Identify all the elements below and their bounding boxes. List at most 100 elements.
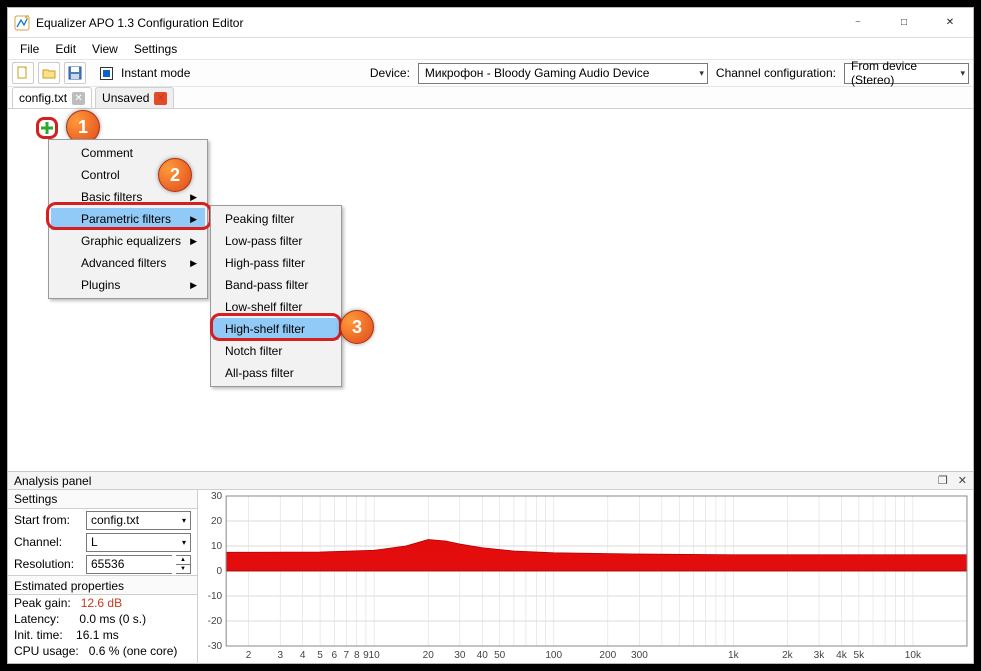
svg-text:100: 100 bbox=[545, 650, 562, 661]
peak-gain-label: Peak gain: bbox=[14, 596, 71, 610]
tab-close-icon[interactable]: ✕ bbox=[154, 92, 167, 105]
channel-combo[interactable]: L▾ bbox=[86, 533, 191, 552]
chevron-down-icon: ▾ bbox=[182, 538, 186, 547]
menu-item-lowpass[interactable]: Low-pass filter bbox=[213, 230, 339, 252]
svg-text:3k: 3k bbox=[814, 650, 826, 661]
startfrom-label: Start from: bbox=[14, 513, 82, 527]
latency-value: 0.0 ms (0 s.) bbox=[79, 612, 146, 626]
menu-item-allpass[interactable]: All-pass filter bbox=[213, 362, 339, 384]
cpu-label: CPU usage: bbox=[14, 644, 79, 658]
tabstrip: config.txt✕ Unsaved ✕ bbox=[8, 87, 973, 109]
estimated-heading: Estimated properties bbox=[8, 575, 197, 595]
svg-text:6: 6 bbox=[332, 650, 338, 661]
chevron-down-icon: ▾ bbox=[954, 68, 965, 79]
menu-item-highshelf[interactable]: High-shelf filter bbox=[213, 318, 339, 340]
submenu-arrow-icon: ▶ bbox=[190, 236, 197, 247]
app-icon bbox=[14, 15, 30, 31]
device-value: Микрофон - Bloody Gaming Audio Device bbox=[425, 66, 650, 80]
svg-text:20: 20 bbox=[211, 516, 223, 527]
window-title: Equalizer APO 1.3 Configuration Editor bbox=[36, 16, 243, 30]
submenu-arrow-icon: ▶ bbox=[190, 280, 197, 291]
panel-close-icon[interactable]: ✕ bbox=[958, 474, 967, 487]
channel-label: Channel: bbox=[14, 535, 82, 549]
save-file-button[interactable] bbox=[64, 62, 86, 84]
menu-settings[interactable]: Settings bbox=[126, 40, 185, 58]
tab-close-icon[interactable]: ✕ bbox=[72, 92, 85, 105]
new-file-button[interactable] bbox=[12, 62, 34, 84]
maximize-button[interactable]: □ bbox=[881, 8, 927, 37]
work-area: 1 Comment Control Basic filters▶ Paramet… bbox=[8, 109, 973, 472]
menu-item-notch[interactable]: Notch filter bbox=[213, 340, 339, 362]
device-label: Device: bbox=[366, 66, 414, 80]
tab-config[interactable]: config.txt✕ bbox=[12, 87, 92, 108]
init-label: Init. time: bbox=[14, 628, 63, 642]
chcfg-value: From device (Stereo) bbox=[851, 59, 954, 87]
context-submenu-parametric: Peaking filter Low-pass filter High-pass… bbox=[210, 205, 342, 387]
submenu-arrow-icon: ▶ bbox=[190, 214, 197, 225]
menu-item-highpass[interactable]: High-pass filter bbox=[213, 252, 339, 274]
peak-gain-value: 12.6 dB bbox=[81, 596, 122, 610]
svg-text:3: 3 bbox=[277, 650, 283, 661]
svg-text:10: 10 bbox=[369, 650, 381, 661]
svg-text:7: 7 bbox=[344, 650, 350, 661]
menu-item-advanced-filters[interactable]: Advanced filters▶ bbox=[51, 252, 205, 274]
instant-mode-label: Instant mode bbox=[117, 66, 194, 80]
analysis-settings: Settings Start from: config.txt▾ Channel… bbox=[8, 490, 198, 664]
resolution-label: Resolution: bbox=[14, 557, 82, 571]
submenu-arrow-icon: ▶ bbox=[190, 258, 197, 269]
svg-text:10: 10 bbox=[211, 541, 223, 552]
svg-text:200: 200 bbox=[599, 650, 616, 661]
resolution-spin[interactable]: ▲▼ bbox=[176, 555, 191, 574]
tab-label: Unsaved bbox=[102, 91, 149, 105]
menu-file[interactable]: File bbox=[12, 40, 47, 58]
menu-edit[interactable]: Edit bbox=[47, 40, 84, 58]
resolution-input[interactable]: 65536 bbox=[86, 555, 172, 574]
menu-item-parametric-filters[interactable]: Parametric filters▶ bbox=[51, 208, 205, 230]
toolbar: Instant mode Device: Микрофон - Bloody G… bbox=[8, 59, 973, 87]
latency-label: Latency: bbox=[14, 612, 59, 626]
svg-text:-10: -10 bbox=[208, 591, 223, 602]
svg-text:30: 30 bbox=[211, 491, 223, 502]
menu-item-bandpass[interactable]: Band-pass filter bbox=[213, 274, 339, 296]
svg-text:4: 4 bbox=[300, 650, 306, 661]
menu-item-lowshelf[interactable]: Low-shelf filter bbox=[213, 296, 339, 318]
undock-icon[interactable]: ❐ bbox=[938, 474, 948, 487]
add-filter-button[interactable] bbox=[36, 117, 58, 139]
callout-2: 2 bbox=[158, 158, 192, 192]
menu-view[interactable]: View bbox=[84, 40, 126, 58]
svg-text:8: 8 bbox=[354, 650, 360, 661]
svg-text:-30: -30 bbox=[208, 641, 223, 652]
chcfg-combo[interactable]: From device (Stereo)▾ bbox=[844, 63, 969, 84]
svg-text:20: 20 bbox=[423, 650, 435, 661]
svg-text:50: 50 bbox=[494, 650, 506, 661]
svg-text:300: 300 bbox=[631, 650, 648, 661]
menu-item-plugins[interactable]: Plugins▶ bbox=[51, 274, 205, 296]
minimize-button[interactable]: − bbox=[835, 8, 881, 37]
close-button[interactable]: ✕ bbox=[927, 8, 973, 37]
svg-text:5k: 5k bbox=[854, 650, 866, 661]
cpu-value: 0.6 % (one core) bbox=[89, 644, 178, 658]
init-value: 16.1 ms bbox=[76, 628, 119, 642]
menu-item-peaking[interactable]: Peaking filter bbox=[213, 208, 339, 230]
svg-text:30: 30 bbox=[454, 650, 466, 661]
analysis-panel: Analysis panel ❐ ✕ Settings Start from: … bbox=[8, 471, 973, 663]
device-combo[interactable]: Микрофон - Bloody Gaming Audio Device▾ bbox=[418, 63, 708, 84]
analysis-title: Analysis panel bbox=[14, 474, 91, 488]
startfrom-combo[interactable]: config.txt▾ bbox=[86, 511, 191, 530]
chcfg-label: Channel configuration: bbox=[712, 66, 840, 80]
svg-text:1k: 1k bbox=[728, 650, 740, 661]
open-file-button[interactable] bbox=[38, 62, 60, 84]
settings-heading: Settings bbox=[8, 490, 197, 509]
svg-text:5: 5 bbox=[317, 650, 323, 661]
instant-mode-checkbox[interactable] bbox=[100, 67, 113, 80]
svg-text:40: 40 bbox=[477, 650, 489, 661]
chevron-down-icon: ▾ bbox=[182, 516, 186, 525]
titlebar: Equalizer APO 1.3 Configuration Editor −… bbox=[8, 8, 973, 38]
svg-text:2: 2 bbox=[246, 650, 252, 661]
analysis-header: Analysis panel ❐ ✕ bbox=[8, 472, 973, 490]
callout-3: 3 bbox=[340, 310, 374, 344]
svg-text:2k: 2k bbox=[782, 650, 794, 661]
tab-unsaved[interactable]: Unsaved ✕ bbox=[95, 87, 174, 108]
svg-text:10k: 10k bbox=[905, 650, 922, 661]
menu-item-graphic-equalizers[interactable]: Graphic equalizers▶ bbox=[51, 230, 205, 252]
